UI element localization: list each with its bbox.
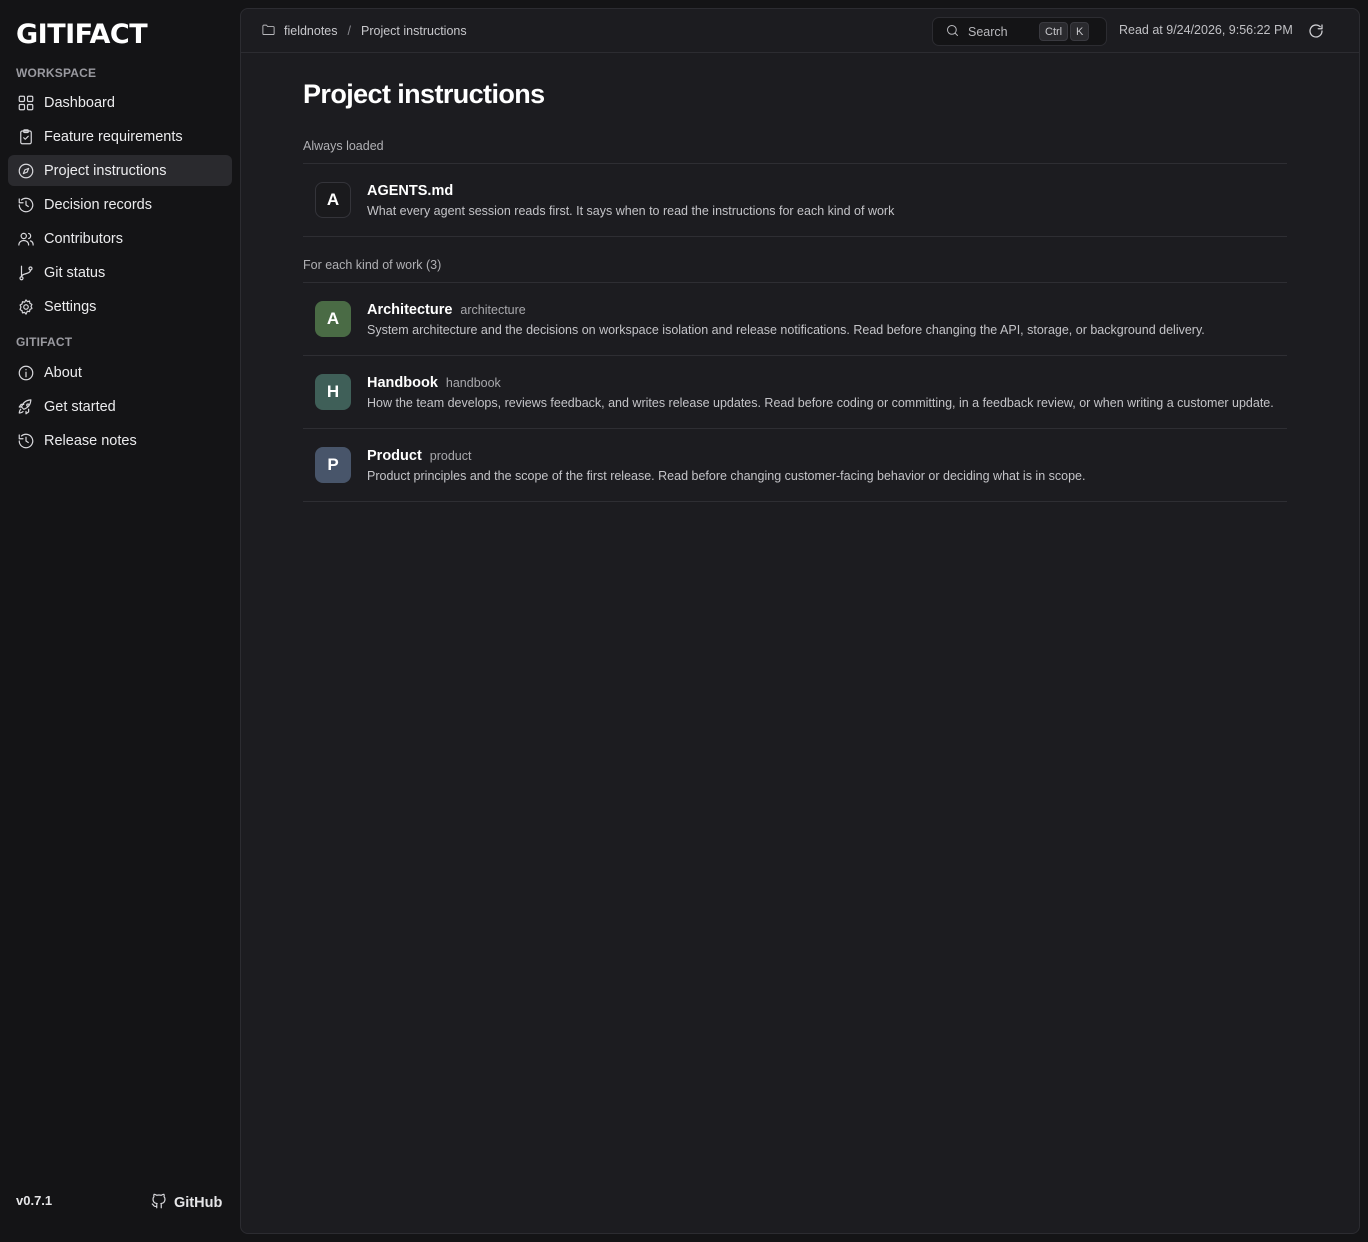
instruction-description: How the team develops, reviews feedback,… (367, 396, 1274, 410)
dashboard-icon (16, 93, 36, 113)
sidebar-item-label: Project instructions (44, 162, 167, 179)
info-icon (16, 363, 36, 383)
breadcrumb-workspace[interactable]: fieldnotes (284, 24, 338, 38)
workspace-section-label: WORKSPACE (16, 66, 97, 80)
sidebar-item-dashboard[interactable]: Dashboard (8, 87, 232, 118)
gear-icon (16, 297, 36, 317)
instruction-row-architecture[interactable]: A Architecture architecture System archi… (303, 283, 1287, 355)
instruction-description: Product principles and the scope of the … (367, 469, 1086, 483)
sidebar-item-git-status[interactable]: Git status (8, 257, 232, 288)
sidebar-item-get-started[interactable]: Get started (8, 391, 232, 422)
rocket-icon (16, 397, 36, 417)
instruction-slug: handbook (445, 376, 501, 390)
sidebar-item-contributors[interactable]: Contributors (8, 223, 232, 254)
github-icon (150, 1192, 168, 1214)
divider (303, 236, 1287, 237)
page-title: Project instructions (303, 79, 545, 109)
history-icon (16, 431, 36, 451)
instruction-slug: product (429, 449, 472, 463)
per-work-label: For each kind of work (3) (303, 258, 442, 272)
users-icon (16, 229, 36, 249)
sidebar-item-about[interactable]: About (8, 357, 232, 388)
divider (303, 501, 1287, 502)
gitifact-section-label: GITIFACT (16, 335, 73, 349)
instruction-row-product[interactable]: P Product product Product principles and… (303, 429, 1287, 501)
history-icon (16, 195, 36, 215)
row-title: Architecture architecture (367, 302, 526, 318)
sidebar: GITIFACT WORKSPACE Dashboard Feature req… (0, 0, 240, 1242)
search-button[interactable]: Search Ctrl K (932, 17, 1107, 46)
sidebar-item-label: Contributors (44, 230, 123, 247)
handbook-avatar: H (315, 374, 351, 410)
refresh-button[interactable] (1307, 22, 1325, 40)
sidebar-item-project-instructions[interactable]: Project instructions (8, 155, 232, 186)
instruction-name: Architecture (367, 302, 453, 318)
sidebar-item-label: Settings (44, 298, 97, 315)
sidebar-item-label: Release notes (44, 432, 137, 449)
shortcut-key-k: K (1070, 22, 1090, 41)
sidebar-item-label: About (44, 364, 82, 381)
sidebar-item-label: Dashboard (44, 94, 115, 111)
top-bar: fieldnotes / Project instructions Search… (241, 9, 1359, 53)
breadcrumb: fieldnotes / Project instructions (261, 22, 467, 40)
read-timestamp: Read at 9/24/2026, 9:56:22 PM (1119, 23, 1293, 37)
product-avatar: P (315, 447, 351, 483)
sidebar-item-label: Get started (44, 398, 116, 415)
sidebar-item-label: Decision records (44, 196, 152, 213)
instruction-name: Handbook (367, 375, 438, 391)
agents-avatar: A (315, 182, 351, 218)
instruction-slug: architecture (460, 303, 526, 317)
app-version: v0.7.1 (16, 1193, 53, 1208)
instruction-description: What every agent session reads first. It… (367, 204, 895, 218)
sidebar-item-feature-requirements[interactable]: Feature requirements (8, 121, 232, 152)
refresh-icon (1307, 24, 1325, 44)
github-link[interactable]: GitHub (150, 1192, 222, 1214)
search-icon (945, 23, 968, 41)
instruction-name: Product (367, 448, 422, 464)
main-panel: fieldnotes / Project instructions Search… (240, 8, 1360, 1234)
row-title: Product product (367, 448, 471, 464)
instruction-description: System architecture and the decisions on… (367, 323, 1205, 337)
sidebar-item-label: Git status (44, 264, 106, 281)
git-branch-icon (16, 263, 36, 283)
shortcut-key-ctrl: Ctrl (1039, 22, 1069, 41)
breadcrumb-current: Project instructions (361, 24, 467, 38)
sidebar-item-decision-records[interactable]: Decision records (8, 189, 232, 220)
breadcrumb-separator: / (347, 24, 351, 38)
sidebar-item-release-notes[interactable]: Release notes (8, 425, 232, 456)
architecture-avatar: A (315, 301, 351, 337)
instruction-row-handbook[interactable]: H Handbook handbook How the team develop… (303, 356, 1287, 428)
folder-icon (261, 22, 276, 40)
sidebar-item-settings[interactable]: Settings (8, 291, 232, 322)
github-label: GitHub (174, 1195, 223, 1211)
row-title: Handbook handbook (367, 375, 501, 391)
row-title: AGENTS.md (367, 183, 453, 199)
search-placeholder: Search (968, 24, 1008, 39)
clipboard-icon (16, 127, 36, 147)
app-logo[interactable]: GITIFACT (16, 20, 148, 50)
always-loaded-label: Always loaded (303, 139, 384, 153)
sidebar-item-label: Feature requirements (44, 128, 183, 145)
compass-icon (16, 161, 36, 181)
instruction-name: AGENTS.md (367, 183, 454, 199)
instruction-row-agents[interactable]: A AGENTS.md What every agent session rea… (303, 164, 1287, 236)
